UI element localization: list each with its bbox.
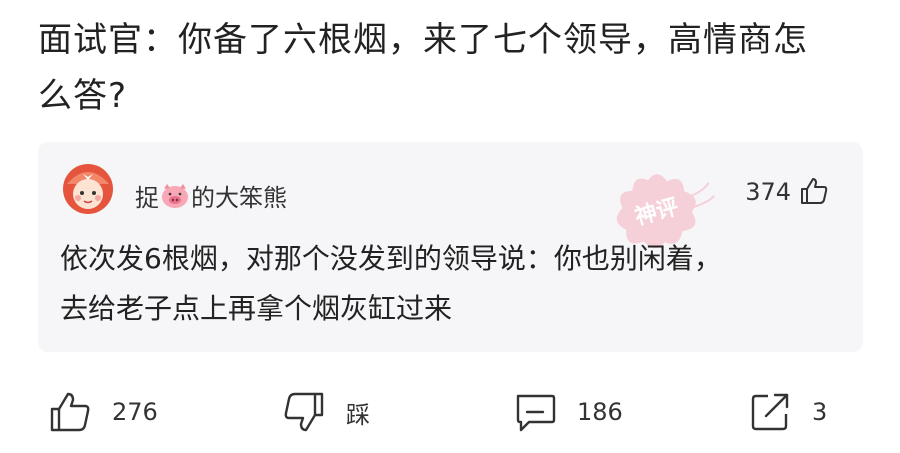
share-count: 3 bbox=[812, 398, 828, 426]
comment-username[interactable]: 捉 的大笨熊 bbox=[135, 178, 287, 213]
comment-count: 186 bbox=[577, 398, 623, 426]
question-line-2: 么答? bbox=[38, 76, 128, 116]
question-title: 面试官：你备了六根烟，来了七个领导，高情商怎 么答? bbox=[38, 12, 868, 124]
question-line-1: 面试官：你备了六根烟，来了七个领导，高情商怎 bbox=[38, 20, 808, 60]
like-button[interactable]: 276 bbox=[48, 390, 158, 434]
dislike-button[interactable]: 踩 bbox=[282, 390, 370, 434]
hot-comment-card[interactable]: 捉 的大笨熊 374 神评 依次发6根烟，对那个没发到的领导说：你也别闲着， 去… bbox=[38, 142, 863, 352]
avatar[interactable] bbox=[63, 164, 113, 214]
comment-button[interactable]: 186 bbox=[513, 390, 623, 434]
thumbs-up-icon[interactable] bbox=[799, 176, 829, 206]
pig-emoji-icon bbox=[162, 183, 188, 208]
comment-line-1: 依次发6根烟，对那个没发到的领导说：你也别闲着， bbox=[60, 242, 722, 275]
share-button[interactable]: 3 bbox=[748, 390, 827, 434]
share-arrow-icon bbox=[751, 393, 789, 431]
comment-like-count: 374 bbox=[745, 178, 791, 206]
comment-text: 依次发6根烟，对那个没发到的领导说：你也别闲着， 去给老子点上再拿个烟灰缸过来 bbox=[60, 234, 850, 334]
like-count: 276 bbox=[112, 398, 158, 426]
thumbs-up-icon bbox=[50, 392, 90, 432]
username-prefix: 捉 bbox=[135, 184, 159, 212]
thumbs-down-icon bbox=[284, 392, 324, 432]
comment-line-2: 去给老子点上再拿个烟灰缸过来 bbox=[60, 292, 453, 325]
username-suffix: 的大笨熊 bbox=[191, 184, 287, 212]
dislike-label: 踩 bbox=[346, 400, 370, 429]
comment-bubble-icon bbox=[516, 394, 556, 432]
